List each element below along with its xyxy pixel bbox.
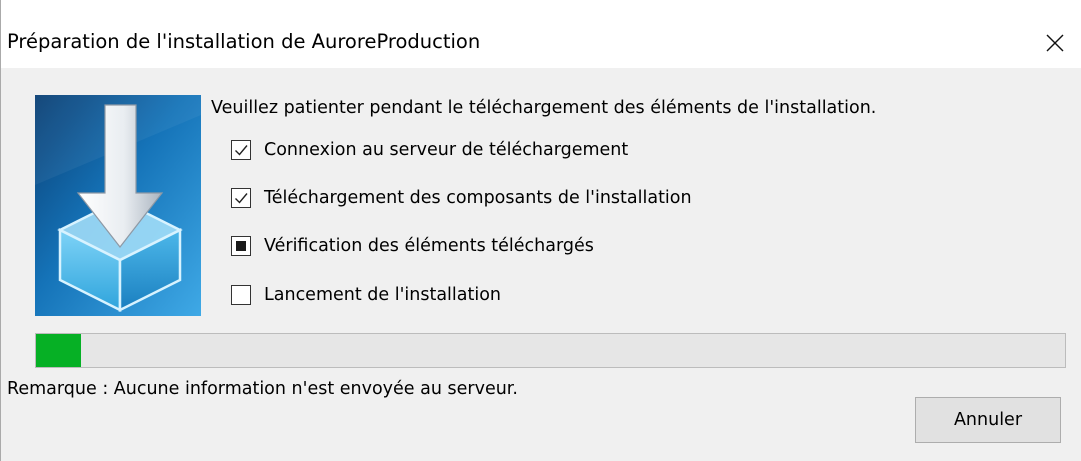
cancel-button[interactable]: Annuler: [915, 397, 1061, 443]
close-button[interactable]: [1038, 26, 1072, 60]
step-pending-checkbox: [231, 285, 251, 305]
installer-banner: [35, 95, 201, 316]
close-icon: [1046, 34, 1064, 52]
step-in-progress-checkbox: [231, 236, 251, 256]
step-done-checkbox: [231, 140, 251, 160]
window-title: Préparation de l'installation de AuroreP…: [7, 30, 481, 53]
progress-bar: [35, 333, 1066, 368]
step-done-checkbox: [231, 188, 251, 208]
step-label: Lancement de l'installation: [264, 285, 502, 305]
progress-fill: [36, 334, 82, 367]
in-progress-indicator: [236, 241, 246, 251]
step-label: Connexion au serveur de téléchargement: [264, 140, 629, 160]
installer-window: Préparation de l'installation de AuroreP…: [0, 0, 1081, 461]
step-label: Téléchargement des composants de l'insta…: [264, 188, 692, 208]
step-label: Vérification des éléments téléchargés: [264, 236, 594, 256]
check-icon: [235, 145, 248, 156]
title-bar[interactable]: Préparation de l'installation de AuroreP…: [1, 0, 1081, 68]
intro-text: Veuillez patienter pendant le télécharge…: [211, 98, 877, 118]
check-icon: [235, 193, 248, 204]
privacy-note: Remarque : Aucune information n'est envo…: [7, 379, 518, 399]
download-box-icon: [35, 95, 201, 316]
